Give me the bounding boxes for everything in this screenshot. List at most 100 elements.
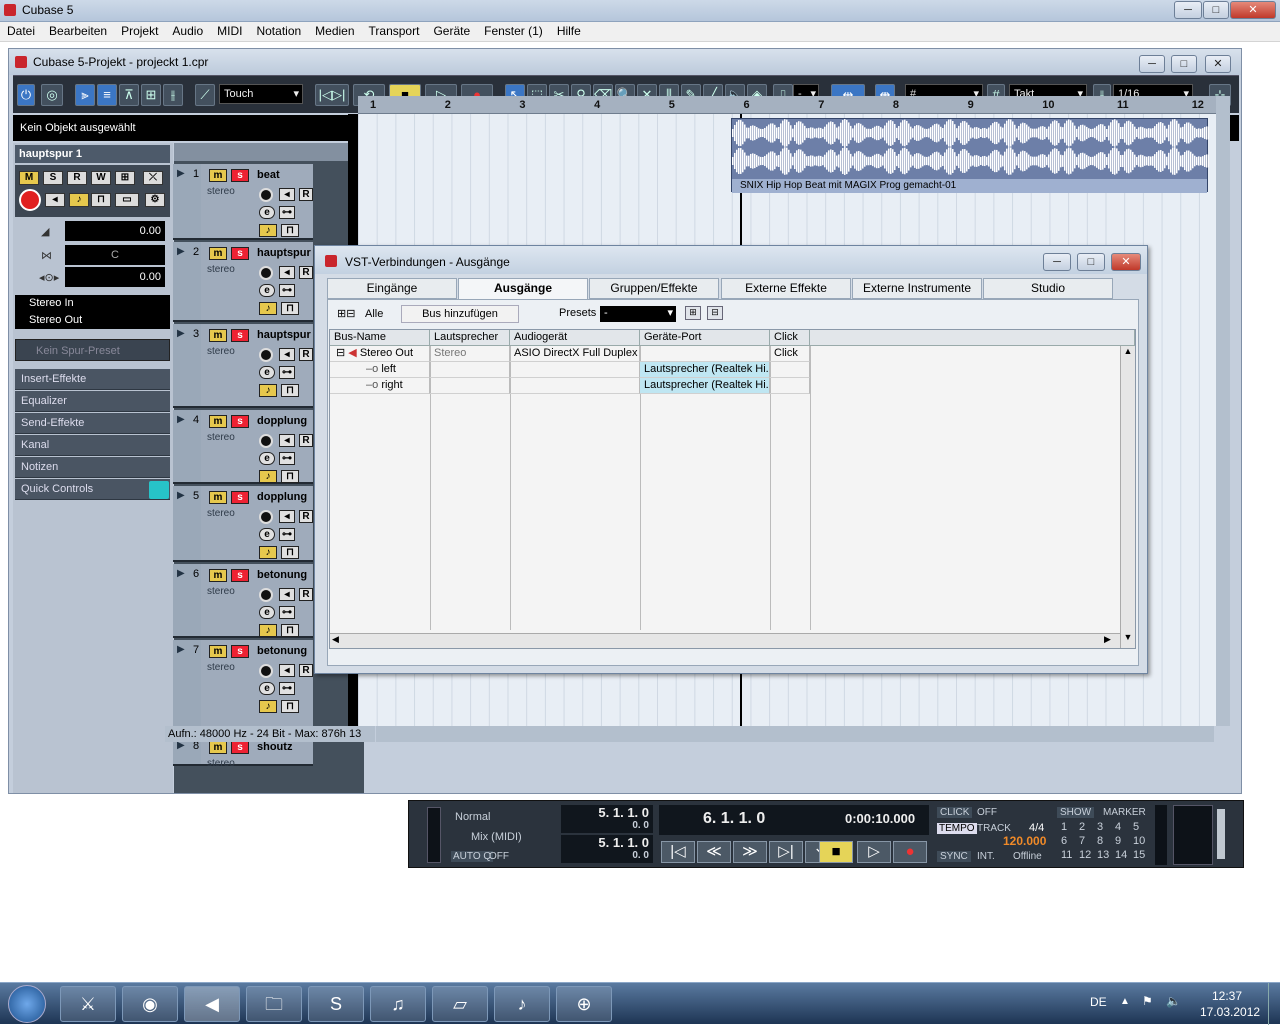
automation-mode-select[interactable]: Touch ▾ [219,84,303,104]
freeze-button[interactable]: ⤫ [143,171,163,185]
timebase-button[interactable]: ♪ [259,224,277,237]
track-name[interactable]: beat [257,169,313,181]
timebase-button[interactable]: ♪ [259,624,277,637]
show-marker-label[interactable]: SHOW [1057,807,1095,818]
edit-channel-button[interactable]: e [259,284,275,297]
game-app-icon[interactable]: ⚔ [60,986,116,1022]
solo-button[interactable]: s [231,741,249,754]
expand-icon[interactable]: ▶ [177,168,185,179]
mute-button[interactable]: m [209,415,227,428]
chrome-icon[interactable]: ◉ [122,986,178,1022]
vertical-scrollbar[interactable] [1216,96,1230,726]
section-channel[interactable]: Kanal [15,435,170,456]
edit-channel-button[interactable]: ⊞ [115,171,135,185]
record-mode[interactable]: Normal [455,811,490,823]
action-center-icon[interactable]: ⚑ [1142,994,1153,1008]
marker-button[interactable]: 15 [1133,849,1145,861]
solo-button[interactable]: s [231,491,249,504]
menu-medien[interactable]: Medien [308,22,361,38]
section-send-effects[interactable]: Send-Effekte [15,413,170,434]
quick-controls-icon[interactable] [149,481,169,499]
click-label[interactable]: CLICK [937,807,973,818]
solo-button[interactable]: s [231,569,249,582]
expand-icon[interactable]: ▶ [177,568,185,579]
track-name[interactable]: hauptspur [257,247,313,259]
mute-button[interactable]: m [209,247,227,260]
row-speaker[interactable] [430,362,510,378]
expand-icon[interactable]: ▶ [177,246,185,257]
read-button[interactable]: R [299,434,313,447]
activate-project-icon[interactable]: ⏻ [17,84,35,106]
tab-ausgaenge[interactable]: Ausgänge [458,278,588,301]
left-locator[interactable]: 5. 1. 1. 0 0. 0 [561,805,653,833]
track-row[interactable]: ▶ 1 m s beat stereo ◂ Re ⊶ ♪ ⊓ [173,164,313,240]
col-lautsprecher[interactable]: Lautsprecher [430,330,510,346]
show-infoline-icon[interactable]: ≡ [97,84,117,106]
lanes-button[interactable]: ⊶ [279,366,295,379]
lock-button[interactable]: ⊓ [91,193,111,207]
marker-button[interactable]: 9 [1115,835,1121,847]
tab-eingaenge[interactable]: Eingänge [327,278,457,299]
edit-channel-button[interactable]: e [259,452,275,465]
expand-icon[interactable]: ▶ [177,414,185,425]
track-name[interactable]: betonung [257,569,313,581]
input-routing[interactable]: Stereo In [15,295,170,312]
tempo-label[interactable]: TEMPO [937,823,977,834]
table-horizontal-scrollbar[interactable]: ◀ ▶ [330,633,1120,648]
track-row[interactable]: ▶ 7 m s betonung stereo ◂ Re ⊶ ♪ ⊓ [173,640,313,734]
menu-projekt[interactable]: Projekt [114,22,165,38]
timebase-button[interactable]: ♪ [259,302,277,315]
time-signature[interactable]: 4/4 [1029,822,1044,834]
table-row[interactable]: –o left [330,362,430,378]
edit-channel-button[interactable]: e [259,528,275,541]
menu-audio[interactable]: Audio [165,22,210,38]
read-button[interactable]: R [299,664,313,677]
section-quick-controls[interactable]: Quick Controls [15,479,170,500]
volume-tray-icon[interactable]: 🔈 [1166,994,1181,1008]
monitor-button[interactable]: ◂ [279,510,295,523]
menu-bearbeiten[interactable]: Bearbeiten [42,22,114,38]
show-inspector-icon[interactable]: ⫸ [75,84,95,106]
write-button[interactable]: W [91,171,111,185]
tab-gruppen-effekte[interactable]: Gruppen/Effekte [589,278,719,299]
section-insert-effects[interactable]: Insert-Effekte [15,369,170,390]
right-locator[interactable]: 5. 1. 1. 0 0. 0 [561,835,653,863]
record-enable-icon[interactable] [259,188,273,202]
timebase-button[interactable]: ♪ [259,700,277,713]
solo-button[interactable]: s [231,329,249,342]
notes-app-icon[interactable]: ▱ [432,986,488,1022]
language-indicator[interactable]: DE [1090,995,1107,1009]
clock-time[interactable]: 12:37 [1212,989,1242,1003]
solo-button[interactable]: s [231,169,249,182]
marker-button[interactable]: 4 [1115,821,1121,833]
scroll-right-icon[interactable]: ▶ [1104,634,1111,645]
col-bus-name[interactable]: Bus-Name [330,330,430,346]
menu-fenster[interactable]: Fenster (1) [477,22,550,38]
scroll-down-icon[interactable]: ▼ [1121,632,1135,646]
marker-button[interactable]: 6 [1061,835,1067,847]
close-button[interactable]: ✕ [1230,1,1276,19]
maximize-button[interactable]: □ [1203,1,1229,19]
read-button[interactable]: R [299,510,313,523]
monitor-button[interactable]: ◂ [279,188,295,201]
project-minimize-button[interactable]: ─ [1139,55,1165,73]
marker-button[interactable]: 1 [1061,821,1067,833]
record-icon[interactable]: ● [893,841,927,863]
col-geraete-port[interactable]: Geräte-Port [640,330,770,346]
lanes-button[interactable]: ▭ [115,193,139,207]
itunes-icon[interactable]: ♪ [494,986,550,1022]
explorer-icon[interactable]: 🗀 [246,986,302,1022]
menu-midi[interactable]: MIDI [210,22,249,38]
mute-button[interactable]: m [209,569,227,582]
position-display[interactable]: 6. 1. 1. 0 0:00:10.000 [659,805,929,835]
record-enable-icon[interactable] [259,348,273,362]
lock-button[interactable]: ⊓ [281,700,299,713]
settings-button[interactable]: ⚙ [145,193,165,207]
read-button[interactable]: R [299,266,313,279]
horizontal-scrollbar[interactable] [376,726,1214,742]
mute-button[interactable]: m [209,741,227,754]
expand-icon[interactable]: ▶ [177,490,185,501]
all-label[interactable]: Alle [365,308,383,320]
marker-button[interactable]: 7 [1079,835,1085,847]
presets-select[interactable]: - ▾ [600,306,676,322]
